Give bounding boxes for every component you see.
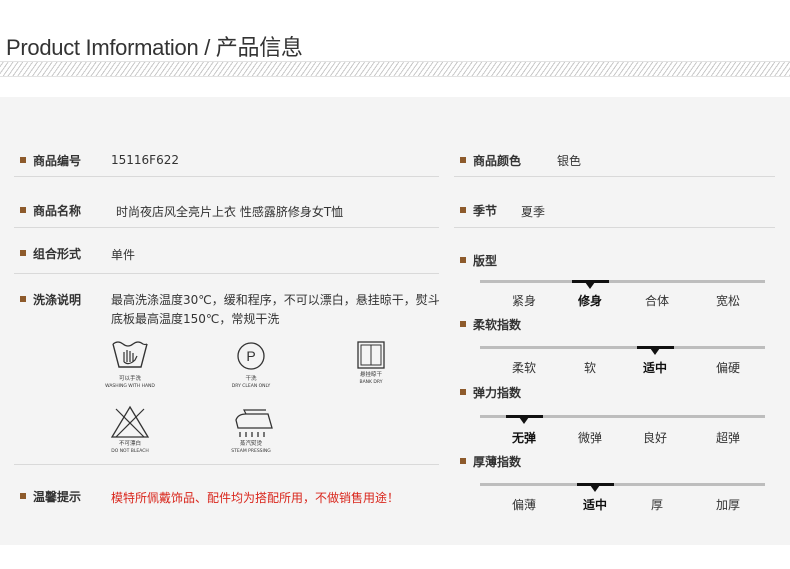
hand-wash-caption: 可以手洗 WASHING WITH HAND [105, 376, 155, 389]
scale-fit-track [480, 280, 765, 289]
scale-thickness-track [480, 483, 765, 492]
scale-softness-option: 软 [583, 361, 597, 375]
divider [14, 227, 439, 228]
divider [14, 464, 439, 465]
scale-thickness-label: 厚薄指数 [473, 454, 522, 469]
scale-softness-option: 适中 [642, 361, 668, 375]
product-no-value: 15116F622 [111, 153, 179, 167]
svg-text:P: P [246, 348, 255, 364]
no-bleach-caption: 不可漂白 DO NOT BLEACH [111, 441, 149, 454]
scale-elasticity-option: 良好 [642, 431, 668, 445]
season-row: 季节 [460, 200, 497, 220]
scale-fit-row: 版型 [460, 250, 497, 270]
no-bleach-icon [110, 405, 150, 438]
scale-fit-option: 紧身 [511, 294, 537, 308]
season-value: 夏季 [521, 205, 546, 219]
product-no-row: 商品编号 [20, 150, 81, 170]
scale-pointer-icon [650, 348, 660, 355]
scale-pointer-icon [585, 282, 595, 289]
scale-thickness-option: 加厚 [715, 498, 741, 512]
scale-pointer-icon [519, 417, 529, 424]
steam-iron-caption: 蒸汽熨烫 STEAM PRESSING [231, 441, 271, 454]
bullet-icon [20, 250, 26, 256]
combination-label: 组合形式 [33, 246, 82, 261]
hand-wash-icon [112, 341, 148, 368]
product-name-label: 商品名称 [33, 203, 82, 218]
divider [454, 227, 775, 228]
bullet-icon [20, 157, 26, 163]
divider [454, 176, 775, 177]
bullet-icon [460, 389, 466, 395]
scale-elasticity-option: 无弹 [511, 431, 537, 445]
page-title: Product Imformation / 产品信息 [6, 35, 303, 60]
divider [14, 176, 439, 177]
scale-softness-row: 柔软指数 [460, 314, 521, 334]
scale-elasticity-option: 微弹 [577, 431, 603, 445]
scale-elasticity-row: 弹力指数 [460, 382, 521, 402]
product-no-label: 商品编号 [33, 153, 82, 168]
product-name-value: 时尚夜店风全亮片上衣 性感露脐修身女T恤 [116, 205, 344, 219]
combination-row: 组合形式 [20, 243, 81, 263]
season-label: 季节 [473, 203, 498, 218]
bullet-icon [20, 296, 26, 302]
tips-value: 模特所佩戴饰品、配件均为搭配所用，不做销售用途！ [111, 491, 400, 505]
dry-clean-caption: 干洗 DRY CLEAN ONLY [231, 376, 271, 389]
scale-fit-option: 宽松 [715, 294, 741, 308]
dry-clean-icon: P [237, 342, 265, 370]
color-label: 商品颜色 [473, 153, 522, 168]
hang-dry-caption: 悬挂晾干 BANK DRY [359, 372, 383, 385]
washing-row: 洗涤说明 [20, 289, 81, 309]
tips-row: 温馨提示 [20, 486, 81, 506]
bullet-icon [460, 458, 466, 464]
scale-thickness-option: 偏薄 [511, 498, 537, 512]
scale-softness-label: 柔软指数 [473, 317, 522, 332]
scale-pointer-icon [590, 485, 600, 492]
bullet-icon [460, 207, 466, 213]
color-value: 银色 [557, 154, 582, 168]
header-hatch-divider [0, 61, 790, 77]
bullet-icon [460, 157, 466, 163]
tips-label: 温馨提示 [33, 489, 82, 504]
scale-softness-track [480, 346, 765, 355]
scale-elasticity-label: 弹力指数 [473, 385, 522, 400]
scale-thickness-option: 厚 [650, 498, 664, 512]
scale-thickness-option: 适中 [582, 498, 608, 512]
scale-elasticity-track [480, 415, 765, 424]
scale-fit-option: 修身 [577, 294, 603, 308]
washing-value: 最高洗涤温度30℃，缓和程序，不可以漂白，悬挂晾干，熨斗底板最高温度150℃，常… [111, 293, 440, 326]
scale-fit-label: 版型 [473, 253, 498, 268]
bullet-icon [20, 207, 26, 213]
scale-softness-option: 柔软 [511, 361, 537, 375]
bullet-icon [20, 493, 26, 499]
scale-elasticity-option: 超弹 [715, 431, 741, 445]
washing-label: 洗涤说明 [33, 292, 82, 307]
bullet-icon [460, 321, 466, 327]
scale-thickness-row: 厚薄指数 [460, 451, 521, 471]
combination-value: 单件 [111, 248, 136, 262]
divider [14, 273, 439, 274]
color-row: 商品颜色 [460, 150, 521, 170]
scale-fit-option: 合体 [644, 294, 670, 308]
scale-softness-option: 偏硬 [715, 361, 741, 375]
bullet-icon [460, 257, 466, 263]
hang-dry-icon [357, 341, 385, 369]
steam-iron-icon [235, 409, 273, 437]
product-name-row: 商品名称 [20, 200, 81, 220]
